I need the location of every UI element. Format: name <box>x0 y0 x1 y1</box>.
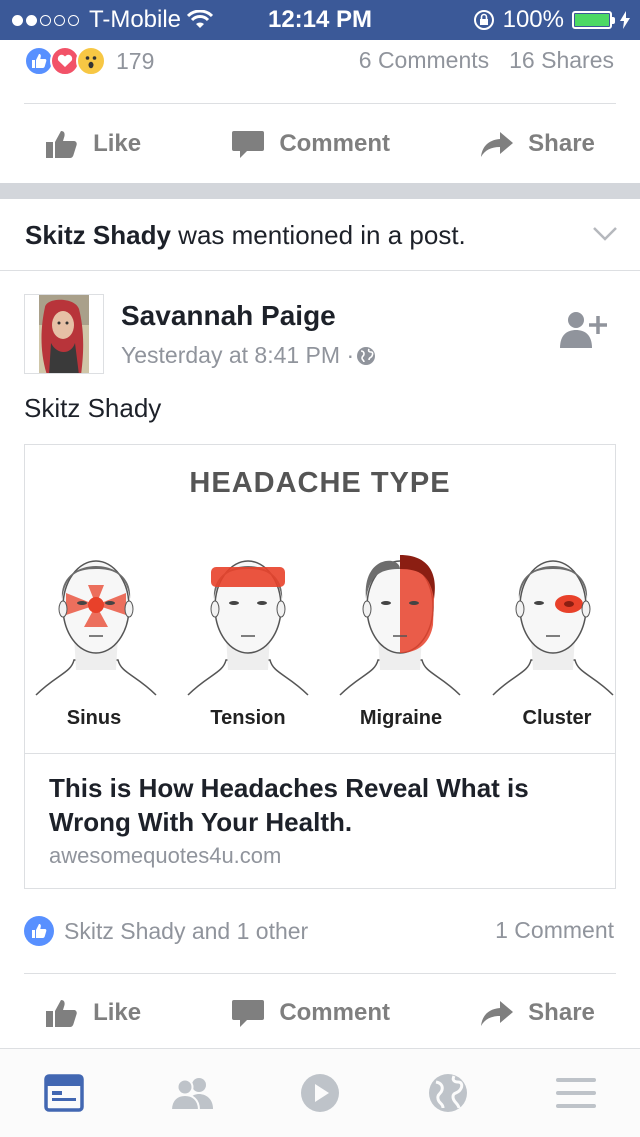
author-name[interactable]: Savannah Paige <box>121 300 336 332</box>
share-label: Share <box>528 130 595 157</box>
author-avatar[interactable] <box>24 294 104 374</box>
comment-label: Comment <box>279 130 390 157</box>
tension-face <box>178 535 318 705</box>
battery-icon <box>572 11 615 29</box>
video-icon <box>301 1074 339 1112</box>
divider <box>0 270 640 271</box>
image-title: HEADACHE TYPE <box>189 467 451 499</box>
tab-friends[interactable] <box>162 1063 222 1123</box>
shares-count-link[interactable]: 16 Shares <box>509 47 614 74</box>
like-label: Like <box>93 130 142 157</box>
news-feed-icon <box>44 1074 84 1112</box>
post-meta: Yesterday at 8:41 PM · <box>121 342 376 369</box>
battery-percent: 100% <box>502 6 564 33</box>
wow-reaction-icon <box>76 46 106 76</box>
type-label: Sinus <box>66 707 122 729</box>
orientation-lock-icon <box>473 10 494 30</box>
reaction-count: 179 <box>116 47 155 74</box>
post-likes-summary[interactable]: Skitz Shady and 1 other <box>24 916 308 946</box>
add-friend-icon[interactable] <box>560 310 608 350</box>
status-bar: T-Mobile 12:14 PM 100% <box>0 0 640 40</box>
tab-menu[interactable] <box>546 1063 606 1123</box>
link-domain: awesomequotes4u.com <box>49 843 282 868</box>
comment-button[interactable]: Comment <box>231 129 390 159</box>
post-action-bar: Like Comment Share <box>0 974 640 1052</box>
friends-icon <box>169 1078 213 1110</box>
migraine-face <box>330 535 470 705</box>
post-mention-text[interactable]: Skitz Shady <box>24 393 161 424</box>
reactions-summary[interactable]: 179 <box>24 46 154 76</box>
link-image: HEADACHE TYPE Sinus Tension Migraine Clu… <box>25 445 615 754</box>
post-timestamp[interactable]: Yesterday at 8:41 PM · <box>121 342 354 369</box>
chevron-down-icon[interactable] <box>592 225 618 243</box>
likes-text: Skitz Shady and 1 other <box>64 917 309 944</box>
like-button[interactable]: Like <box>45 129 141 159</box>
sinus-face <box>26 535 166 705</box>
globe-privacy-icon <box>357 346 376 365</box>
comment-icon <box>232 1000 265 1027</box>
share-button[interactable]: Share <box>480 129 595 159</box>
share-arrow-icon <box>481 1001 514 1026</box>
share-arrow-icon <box>481 132 514 157</box>
feed-separator <box>0 183 640 199</box>
post-stats: 6 Comments 16 Shares <box>359 47 614 74</box>
thumbs-up-icon <box>46 1000 77 1027</box>
mentioned-name[interactable]: Skitz Shady <box>25 220 171 250</box>
like-reaction-icon <box>24 916 54 946</box>
post-comments-count[interactable]: 1 Comment <box>495 917 614 944</box>
mention-header: Skitz Shady was mentioned in a post. <box>25 220 466 251</box>
cluster-face <box>483 535 623 705</box>
link-preview-card[interactable]: HEADACHE TYPE Sinus Tension Migraine Clu… <box>24 444 616 889</box>
comments-count-link[interactable]: 6 Comments <box>359 47 489 74</box>
tab-news-feed[interactable] <box>34 1063 94 1123</box>
link-title: This is How Headaches Reveal What is Wro… <box>49 773 529 837</box>
like-label: Like <box>93 999 142 1026</box>
thumbs-up-icon <box>46 131 77 158</box>
type-label: Cluster <box>522 707 592 729</box>
type-label: Migraine <box>359 707 443 729</box>
battery-area: 100% <box>473 6 630 34</box>
comment-icon <box>232 131 265 158</box>
globe-icon <box>429 1074 467 1112</box>
bottom-tab-bar <box>0 1048 640 1137</box>
charging-icon <box>620 11 630 29</box>
like-button[interactable]: Like <box>45 998 141 1028</box>
comment-button[interactable]: Comment <box>231 998 390 1028</box>
tab-video[interactable] <box>290 1063 350 1123</box>
tab-notifications[interactable] <box>418 1063 478 1123</box>
top-post-action-bar: Like Comment Share <box>0 104 640 184</box>
mention-text: was mentioned in a post. <box>170 220 466 250</box>
menu-icon <box>556 1078 596 1108</box>
share-label: Share <box>528 999 595 1026</box>
share-button[interactable]: Share <box>480 998 595 1028</box>
type-label: Tension <box>210 707 286 729</box>
comment-label: Comment <box>279 999 390 1026</box>
